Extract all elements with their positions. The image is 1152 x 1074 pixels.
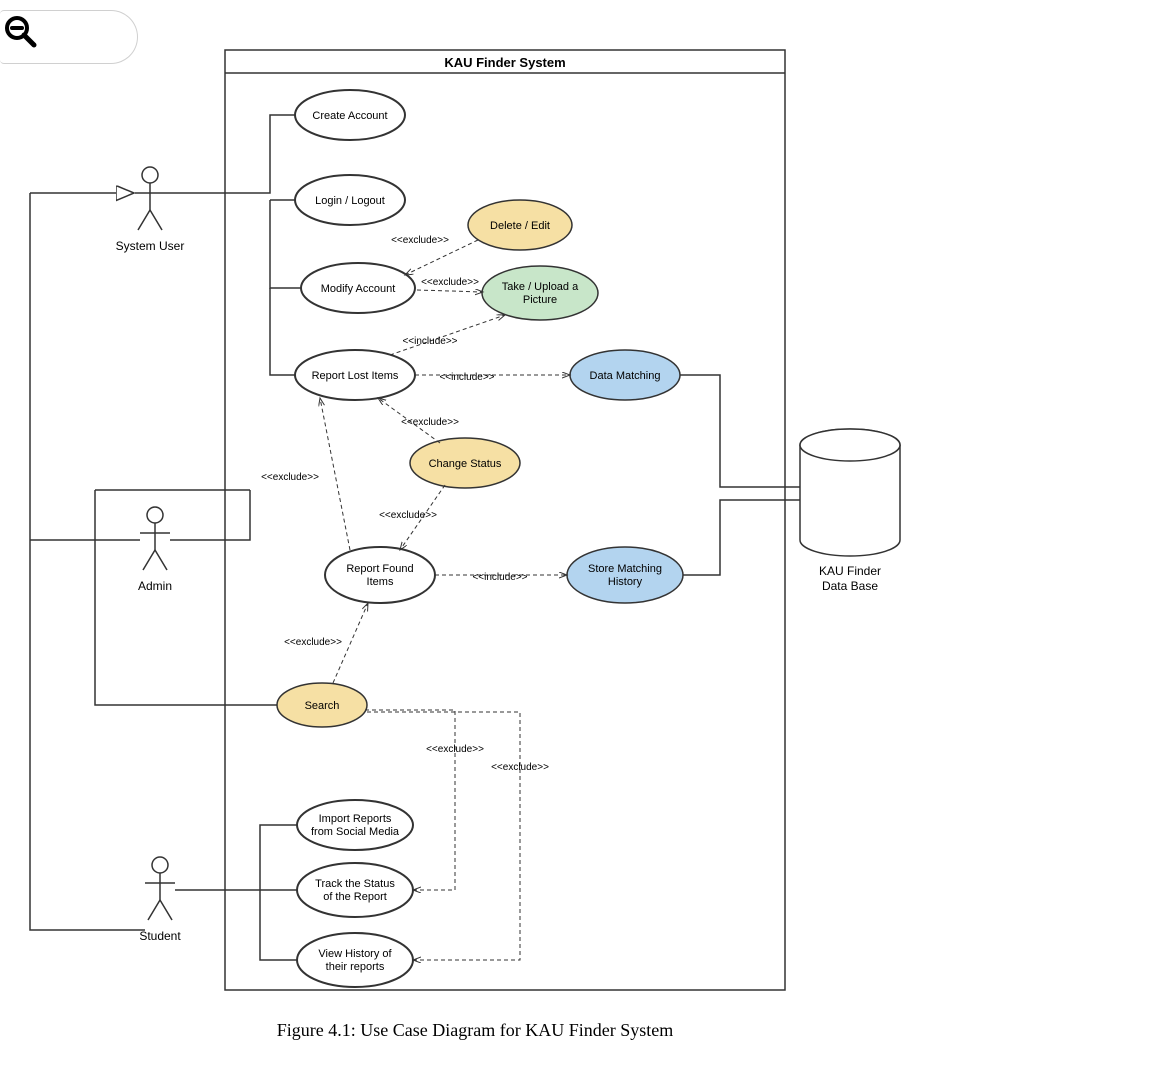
svg-text:their reports: their reports [326, 961, 385, 973]
rel-modify-upload [417, 290, 483, 292]
usecase-import-reports [297, 800, 413, 850]
assoc-sysuser-create [165, 115, 295, 193]
svg-text:<<exclude>>: <<exclude>> [284, 637, 342, 648]
svg-text:Take / Upload a: Take / Upload a [502, 281, 579, 293]
rel-found-lost [320, 398, 350, 550]
usecase-track-status [297, 863, 413, 917]
svg-text:Data Matching: Data Matching [590, 370, 661, 382]
svg-text:<<exclude>>: <<exclude>> [391, 235, 449, 246]
svg-text:<<exclude>>: <<exclude>> [401, 417, 459, 428]
svg-text:<<exclude>>: <<exclude>> [421, 277, 479, 288]
svg-text:Report Lost Items: Report Lost Items [312, 370, 399, 382]
svg-text:History: History [608, 576, 643, 588]
rel-datamatch-db [680, 375, 800, 487]
gen-line [30, 193, 145, 930]
svg-text:<<exclude>>: <<exclude>> [379, 510, 437, 521]
diagram-canvas: KAU Finder System System User Admin Stud… [0, 0, 1152, 1074]
figure-caption: Figure 4.1: Use Case Diagram for KAU Fin… [0, 1020, 950, 1041]
svg-text:Delete / Edit: Delete / Edit [490, 220, 550, 232]
svg-text:<<include>>: <<include>> [472, 572, 527, 583]
svg-text:Change Status: Change Status [429, 458, 502, 470]
svg-text:<<include>>: <<include>> [439, 372, 494, 383]
svg-text:from Social Media: from Social Media [311, 826, 400, 838]
svg-text:KAU Finder: KAU Finder [819, 564, 881, 578]
usecase-take-upload-picture [482, 266, 598, 320]
svg-text:Student: Student [139, 929, 181, 943]
assoc-student-history [260, 890, 297, 960]
usecase-store-matching-history [567, 547, 683, 603]
rel-search-track [365, 710, 455, 890]
svg-text:Data Base: Data Base [822, 579, 878, 593]
system-title: KAU Finder System [444, 55, 565, 70]
assoc-sysuser-reportlost [270, 288, 295, 375]
database-kau-finder: KAU Finder Data Base [800, 429, 900, 593]
svg-text:Admin: Admin [138, 579, 172, 593]
assoc-admin-top [170, 490, 250, 540]
rel-store-db [683, 500, 800, 575]
svg-text:Report Found: Report Found [346, 563, 413, 575]
svg-text:View History of: View History of [318, 948, 392, 960]
svg-text:Picture: Picture [523, 294, 557, 306]
svg-text:Search: Search [305, 700, 340, 712]
actor-student: Student [139, 857, 181, 943]
assoc-sysuser-modify [270, 200, 301, 288]
usecase-report-found [325, 547, 435, 603]
svg-text:<<exclude>>: <<exclude>> [491, 762, 549, 773]
actor-admin: Admin [138, 507, 172, 593]
svg-text:Login / Logout: Login / Logout [315, 195, 385, 207]
svg-text:of the Report: of the Report [323, 891, 387, 903]
svg-text:Modify Account: Modify Account [321, 283, 396, 295]
svg-text:Track the Status: Track the Status [315, 878, 395, 890]
svg-text:<<exclude>>: <<exclude>> [261, 472, 319, 483]
svg-text:Create Account: Create Account [312, 110, 387, 122]
svg-text:System User: System User [116, 239, 185, 253]
svg-text:Items: Items [367, 576, 394, 588]
svg-text:Store Matching: Store Matching [588, 563, 662, 575]
svg-text:<<exclude>>: <<exclude>> [426, 744, 484, 755]
svg-text:Import Reports: Import Reports [319, 813, 392, 825]
rel-reportlost-upload [390, 315, 505, 355]
usecase-view-history [297, 933, 413, 987]
assoc-student-import [175, 825, 297, 890]
svg-text:<<include>>: <<include>> [402, 336, 457, 347]
actor-system-user: System User [116, 167, 185, 253]
